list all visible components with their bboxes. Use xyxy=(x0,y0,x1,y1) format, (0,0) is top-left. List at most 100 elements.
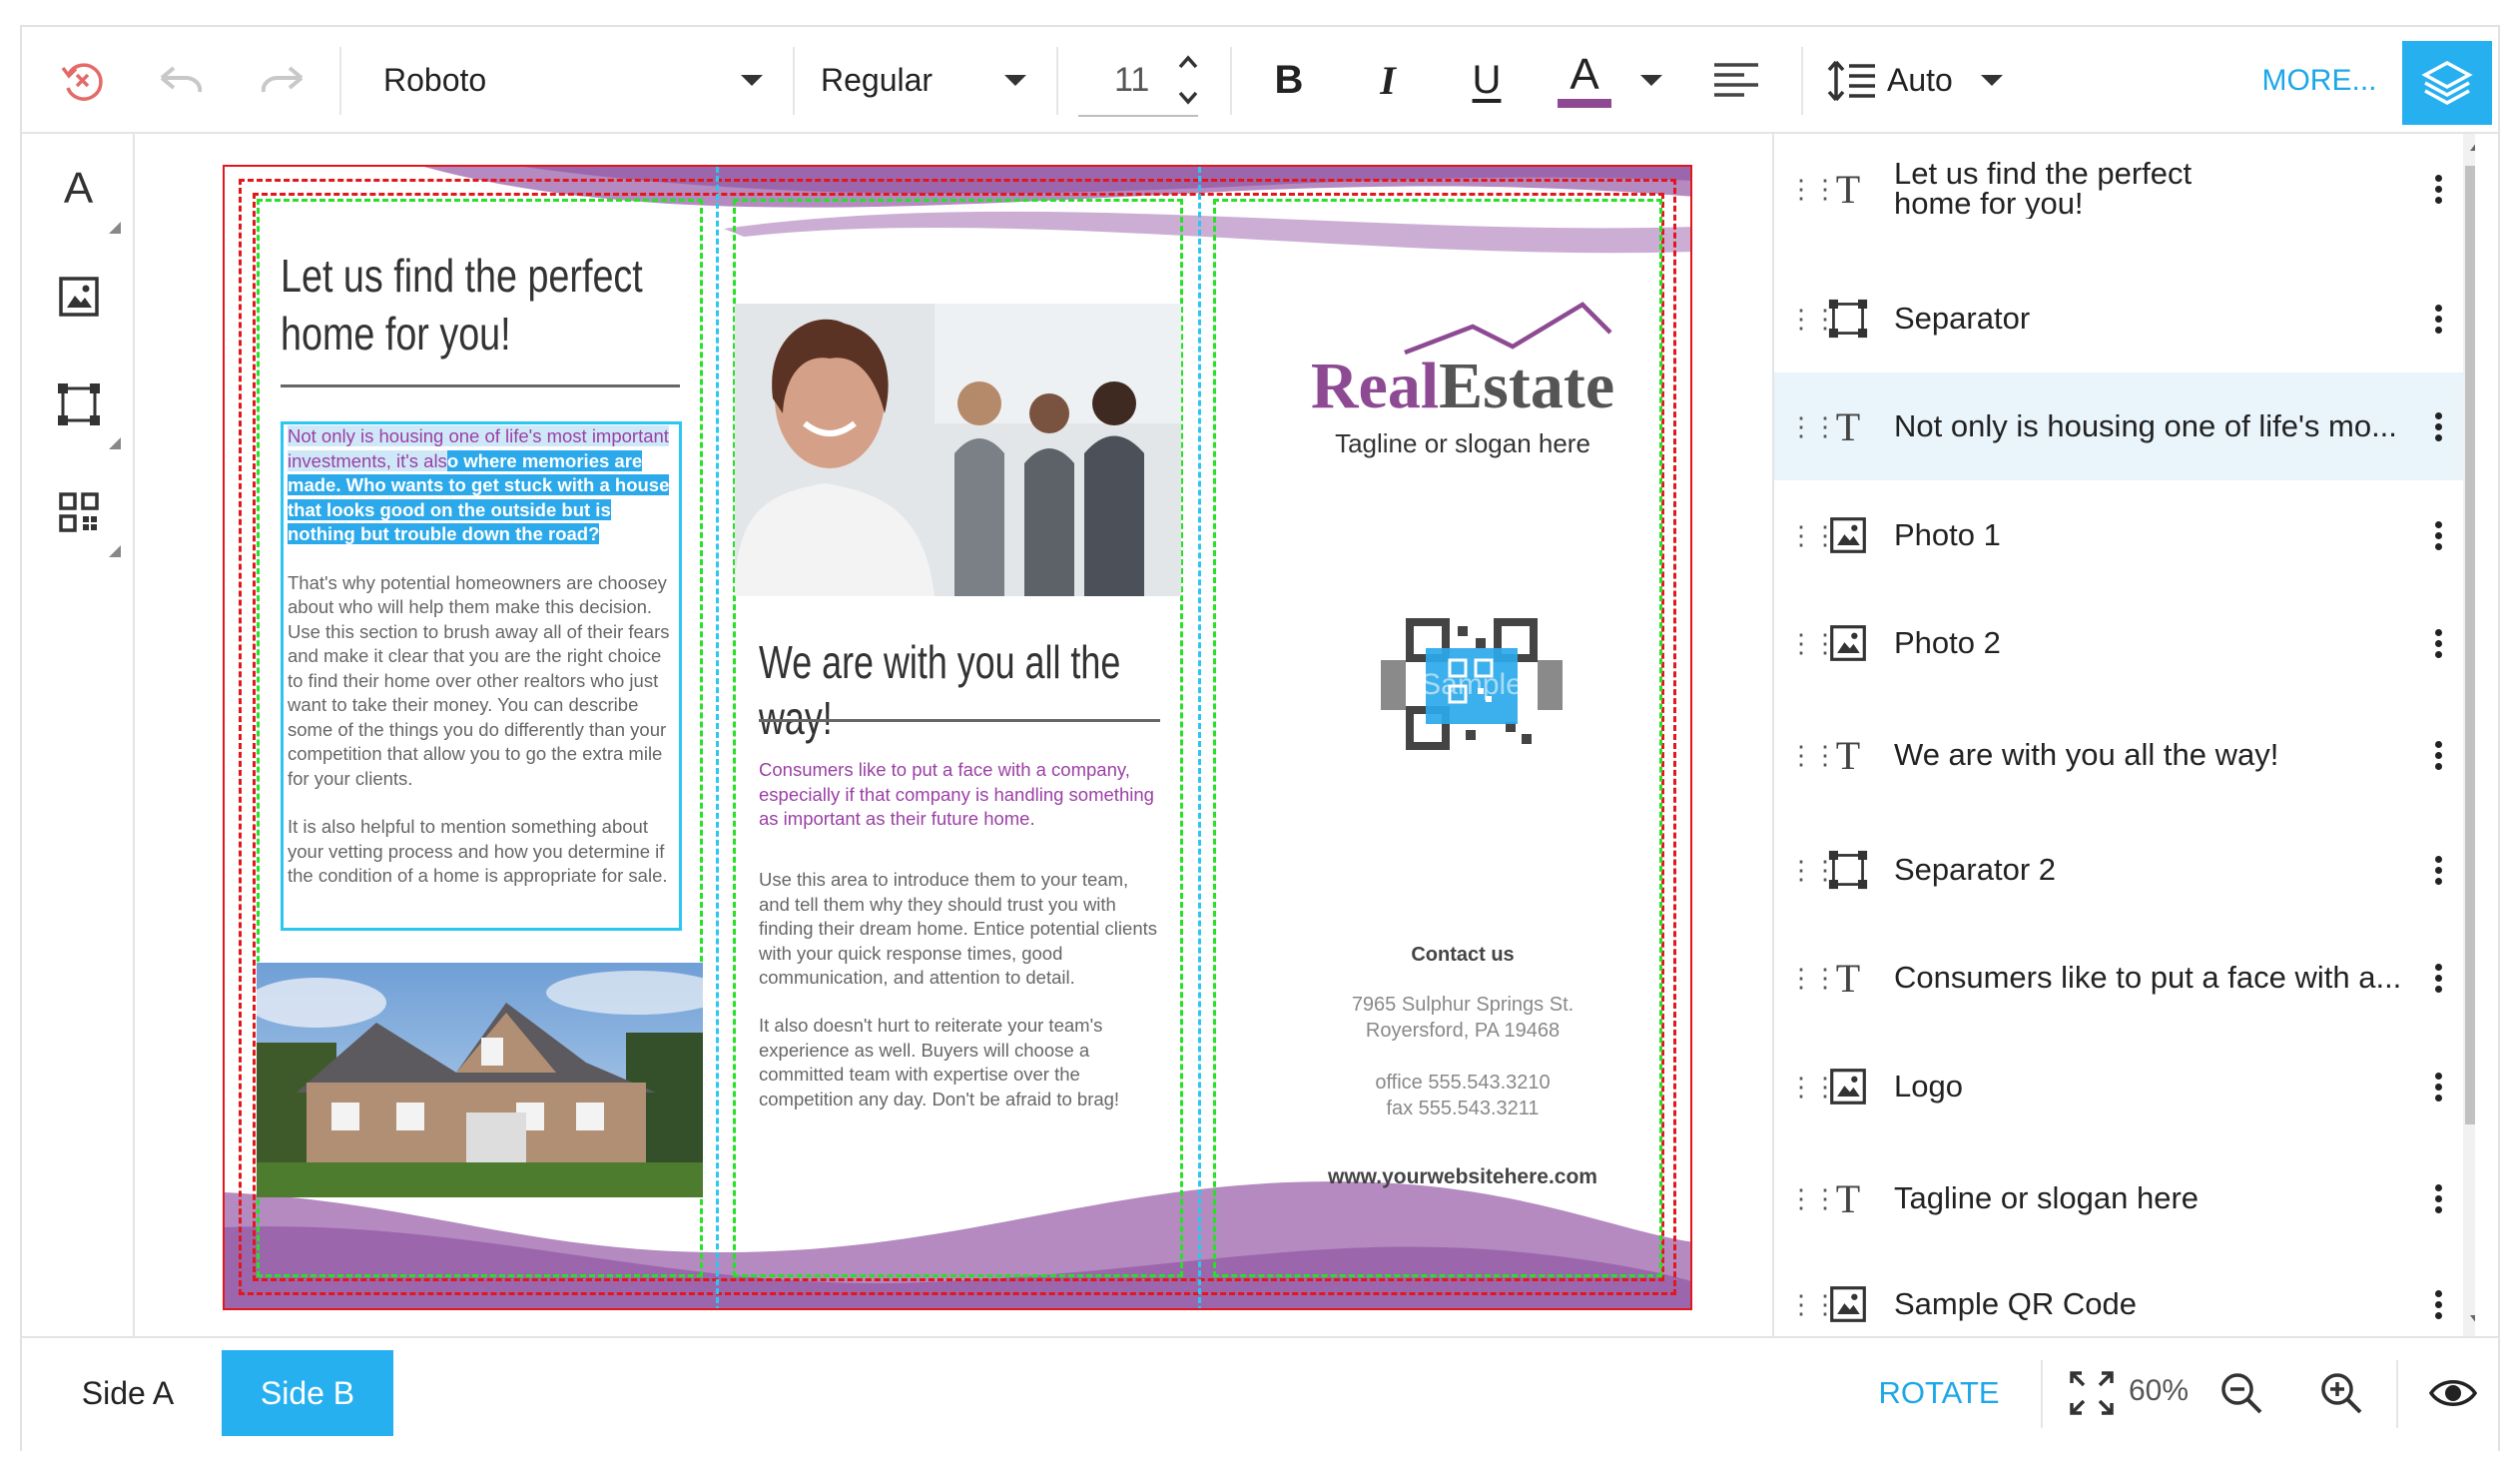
more-button[interactable]: MORE... xyxy=(2254,27,2384,134)
reset-icon xyxy=(61,62,103,101)
scroll-down-icon[interactable] xyxy=(2469,1314,2475,1324)
panel2-paragraph-1[interactable]: Use this area to introduce them to your … xyxy=(759,868,1160,991)
layers-scrollbar[interactable] xyxy=(2463,134,2475,1336)
more-vertical-icon[interactable] xyxy=(2433,625,2443,662)
reset-button[interactable] xyxy=(42,27,122,134)
fit-screen-button[interactable] xyxy=(2059,1360,2125,1426)
redo-button[interactable] xyxy=(242,27,321,134)
font-weight-dropdown[interactable]: Regular xyxy=(821,27,1026,134)
layer-item[interactable]: ⋮⋮ T Tagline or slogan here xyxy=(1774,1168,2463,1228)
align-button[interactable] xyxy=(1701,27,1771,134)
panel1-body-text[interactable]: Not only is housing one of life's most i… xyxy=(281,421,682,931)
logo-estate: Estate xyxy=(1439,350,1615,422)
layer-item[interactable]: ⋮⋮ Separator 2 xyxy=(1774,840,2463,900)
add-shape-tool[interactable] xyxy=(22,360,135,449)
panel1-highlighted-paragraph: Not only is housing one of life's most i… xyxy=(288,424,675,547)
stepper-up-icon[interactable] xyxy=(1178,55,1198,69)
separator-2[interactable] xyxy=(759,719,1160,722)
more-vertical-icon[interactable] xyxy=(2433,1286,2443,1323)
panel1-heading[interactable]: Let us find the perfect home for you! xyxy=(281,247,690,363)
add-image-tool[interactable] xyxy=(22,252,135,342)
side-b-tab[interactable]: Side B xyxy=(222,1350,393,1436)
more-vertical-icon[interactable] xyxy=(2433,1180,2443,1217)
layer-item[interactable]: ⋮⋮ Photo 2 xyxy=(1774,613,2463,673)
image-tool-icon xyxy=(58,277,99,317)
more-vertical-icon[interactable] xyxy=(2433,171,2443,208)
panel2-paragraph-2[interactable]: It also doesn't hurt to reiterate your t… xyxy=(759,1014,1160,1111)
layer-label: Separator 2 xyxy=(1894,853,2056,887)
address-line-1[interactable]: 7965 Sulphur Springs St. xyxy=(1263,994,1662,1017)
layer-item[interactable]: ⋮⋮ Photo 1 xyxy=(1774,505,2463,565)
add-text-tool[interactable]: A xyxy=(22,144,135,234)
more-vertical-icon[interactable] xyxy=(2433,301,2443,338)
undo-icon xyxy=(160,65,203,92)
scroll-up-icon[interactable] xyxy=(2469,142,2475,152)
fax-number[interactable]: fax 555.543.3211 xyxy=(1263,1098,1662,1120)
contact-heading[interactable]: Contact us xyxy=(1263,944,1662,967)
layer-item[interactable]: ⋮⋮ T Consumers like to put a face with a..… xyxy=(1774,948,2463,1008)
text-color-dropdown[interactable] xyxy=(1631,27,1671,134)
separator[interactable] xyxy=(281,384,680,387)
more-vertical-icon[interactable] xyxy=(2433,517,2443,554)
zoom-in-icon xyxy=(2321,1373,2362,1414)
tagline[interactable]: Tagline or slogan here xyxy=(1263,428,1662,459)
undo-button[interactable] xyxy=(142,27,222,134)
side-a-label: Side A xyxy=(81,1374,175,1411)
more-vertical-icon[interactable] xyxy=(2433,960,2443,997)
office-phone[interactable]: office 555.543.3210 xyxy=(1263,1072,1662,1095)
align-left-icon xyxy=(1714,62,1758,97)
image-layer-icon xyxy=(1828,1284,1868,1324)
bold-icon: B xyxy=(1274,58,1304,102)
panel2-intro-text[interactable]: Consumers like to put a face with a comp… xyxy=(759,758,1160,832)
address-line-2[interactable]: Royersford, PA 19468 xyxy=(1263,1020,1662,1043)
line-height-dropdown[interactable]: Auto xyxy=(1827,27,2027,134)
font-family-dropdown[interactable]: Roboto xyxy=(383,27,763,134)
layer-item[interactable]: ⋮⋮ Logo xyxy=(1774,1057,2463,1116)
layer-item[interactable]: ⋮⋮ T Let us find the perfect home for you! xyxy=(1774,144,2463,234)
rotate-button[interactable]: ROTATE xyxy=(1859,1350,2019,1436)
text-color-button[interactable]: A xyxy=(1550,27,1619,134)
design-canvas[interactable]: Let us find the perfect home for you! No… xyxy=(135,134,1772,1336)
layer-item[interactable]: ⋮⋮ T Not only is housing one of life's mo.… xyxy=(1774,372,2463,480)
photo-house[interactable] xyxy=(257,963,703,1197)
underline-button[interactable]: U xyxy=(1452,27,1522,134)
line-height-icon xyxy=(1827,60,1875,101)
layer-label: Tagline or slogan here xyxy=(1894,1181,2200,1215)
scrollbar-thumb[interactable] xyxy=(2465,166,2475,1124)
panel2-heading[interactable]: We are with you all the way! xyxy=(759,634,1148,746)
qr-code[interactable]: Sample xyxy=(1381,618,1563,750)
stepper-down-icon[interactable] xyxy=(1178,91,1198,105)
layer-item[interactable]: ⋮⋮ T We are with you all the way! xyxy=(1774,725,2463,785)
text-tool-icon: A xyxy=(63,164,94,213)
more-vertical-icon[interactable] xyxy=(2433,408,2443,445)
website[interactable]: www.yourwebsitehere.com xyxy=(1263,1165,1662,1189)
chevron-down-icon xyxy=(1004,75,1026,86)
text-color-swatch xyxy=(1558,99,1611,108)
logo[interactable]: RealEstate xyxy=(1263,352,1662,421)
zoom-in-button[interactable] xyxy=(2308,1360,2374,1426)
brochure-page[interactable]: Let us find the perfect home for you! No… xyxy=(223,165,1692,1310)
panel1-paragraph-2: That's why potential homeowners are choo… xyxy=(288,571,670,789)
side-b-label: Side B xyxy=(260,1374,355,1411)
zoom-out-button[interactable] xyxy=(2208,1360,2274,1426)
add-qr-tool[interactable] xyxy=(22,467,135,557)
layer-item[interactable]: ⋮⋮ Sample QR Code xyxy=(1774,1274,2463,1334)
more-vertical-icon[interactable] xyxy=(2433,852,2443,889)
bold-button[interactable]: B xyxy=(1254,27,1324,134)
more-vertical-icon[interactable] xyxy=(2433,737,2443,774)
font-family-value: Roboto xyxy=(383,62,487,98)
layers-toggle-button[interactable] xyxy=(2402,41,2492,125)
italic-button[interactable]: I xyxy=(1353,27,1423,134)
side-a-tab[interactable]: Side A xyxy=(42,1350,214,1436)
image-layer-icon xyxy=(1828,623,1868,663)
layer-label: Separator xyxy=(1894,302,2031,336)
text-layer-icon: T xyxy=(1835,732,1861,778)
text-layer-icon: T xyxy=(1835,166,1861,212)
font-size-stepper[interactable]: 11 xyxy=(1076,27,1200,134)
preview-button[interactable] xyxy=(2418,1360,2488,1426)
zoom-level: 60% xyxy=(2129,1374,2190,1407)
layer-item[interactable]: ⋮⋮ Separator xyxy=(1774,289,2463,349)
photo-team[interactable] xyxy=(735,304,1181,596)
layer-label: Photo 1 xyxy=(1894,518,2001,552)
more-vertical-icon[interactable] xyxy=(2433,1069,2443,1106)
